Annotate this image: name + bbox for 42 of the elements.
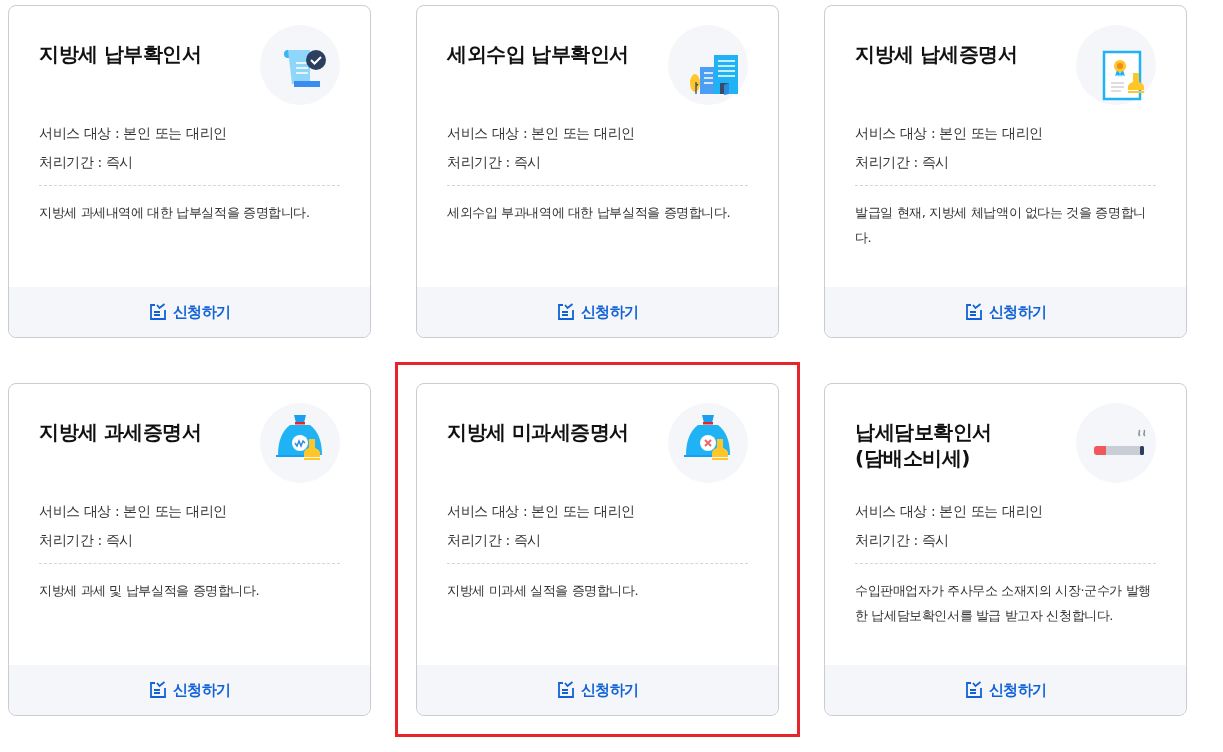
- service-target: 서비스 대상 : 본인 또는 대리인: [447, 502, 636, 521]
- card-title: 세외수입 납부확인서: [447, 41, 629, 67]
- form-check-icon: [148, 303, 167, 321]
- processing-period: 처리기간 : 즉시: [855, 531, 951, 550]
- card-description: 발급일 현재, 지방세 체납액이 없다는 것을 증명합니다.: [855, 204, 1147, 247]
- apply-button[interactable]: 신청하기: [958, 298, 1053, 326]
- card-title: 지방세 납세증명서: [855, 41, 1018, 67]
- card-description: 지방세 미과세 실적을 증명합니다.: [447, 582, 640, 600]
- apply-button[interactable]: 신청하기: [550, 298, 645, 326]
- card-description: 세외수입 부과내역에 대한 납부실적을 증명합니다.: [447, 204, 732, 222]
- service-target: 서비스 대상 : 본인 또는 대리인: [447, 124, 636, 143]
- apply-button[interactable]: 신청하기: [958, 676, 1053, 704]
- apply-button[interactable]: 신청하기: [550, 676, 645, 704]
- card-description: 지방세 과세내역에 대한 납부실적을 증명합니다.: [39, 204, 311, 222]
- scroll-check-icon: [284, 50, 326, 87]
- card-title: 납세담보확인서 (담배소비세): [855, 419, 993, 471]
- apply-button[interactable]: 신청하기: [142, 676, 237, 704]
- processing-period: 처리기간 : 즉시: [447, 531, 543, 550]
- form-check-icon: [964, 303, 983, 321]
- card-title: 지방세 미과세증명서: [447, 419, 629, 445]
- service-target: 서비스 대상 : 본인 또는 대리인: [39, 502, 228, 521]
- money-bag-stamp-icon: [276, 415, 322, 460]
- card-title: 지방세 납부확인서: [39, 41, 202, 67]
- service-target: 서비스 대상 : 본인 또는 대리인: [855, 124, 1044, 143]
- card-title: 지방세 과세증명서: [39, 419, 202, 445]
- service-target: 서비스 대상 : 본인 또는 대리인: [855, 502, 1044, 521]
- form-check-icon: [148, 681, 167, 699]
- processing-period: 처리기간 : 즉시: [39, 531, 135, 550]
- form-check-icon: [964, 681, 983, 699]
- card-description: 수입판매업자가 주사무소 소재지의 시장·군수가 발행한 납세담보확인서를 발급 받고자 신청합니다.: [855, 582, 1152, 625]
- processing-period: 처리기간 : 즉시: [39, 153, 135, 172]
- form-check-icon: [556, 303, 575, 321]
- form-check-icon: [556, 681, 575, 699]
- certificate-stamp-icon: [1102, 50, 1144, 101]
- processing-period: 처리기간 : 즉시: [855, 153, 951, 172]
- buildings-icon: [690, 55, 738, 95]
- apply-button[interactable]: 신청하기: [142, 298, 237, 326]
- cigarette-icon: [1094, 429, 1146, 455]
- processing-period: 처리기간 : 즉시: [447, 153, 543, 172]
- money-bag-stamp-icon: [684, 415, 730, 460]
- card-description: 지방세 과세 및 납부실적을 증명합니다.: [39, 582, 261, 600]
- service-target: 서비스 대상 : 본인 또는 대리인: [39, 124, 228, 143]
